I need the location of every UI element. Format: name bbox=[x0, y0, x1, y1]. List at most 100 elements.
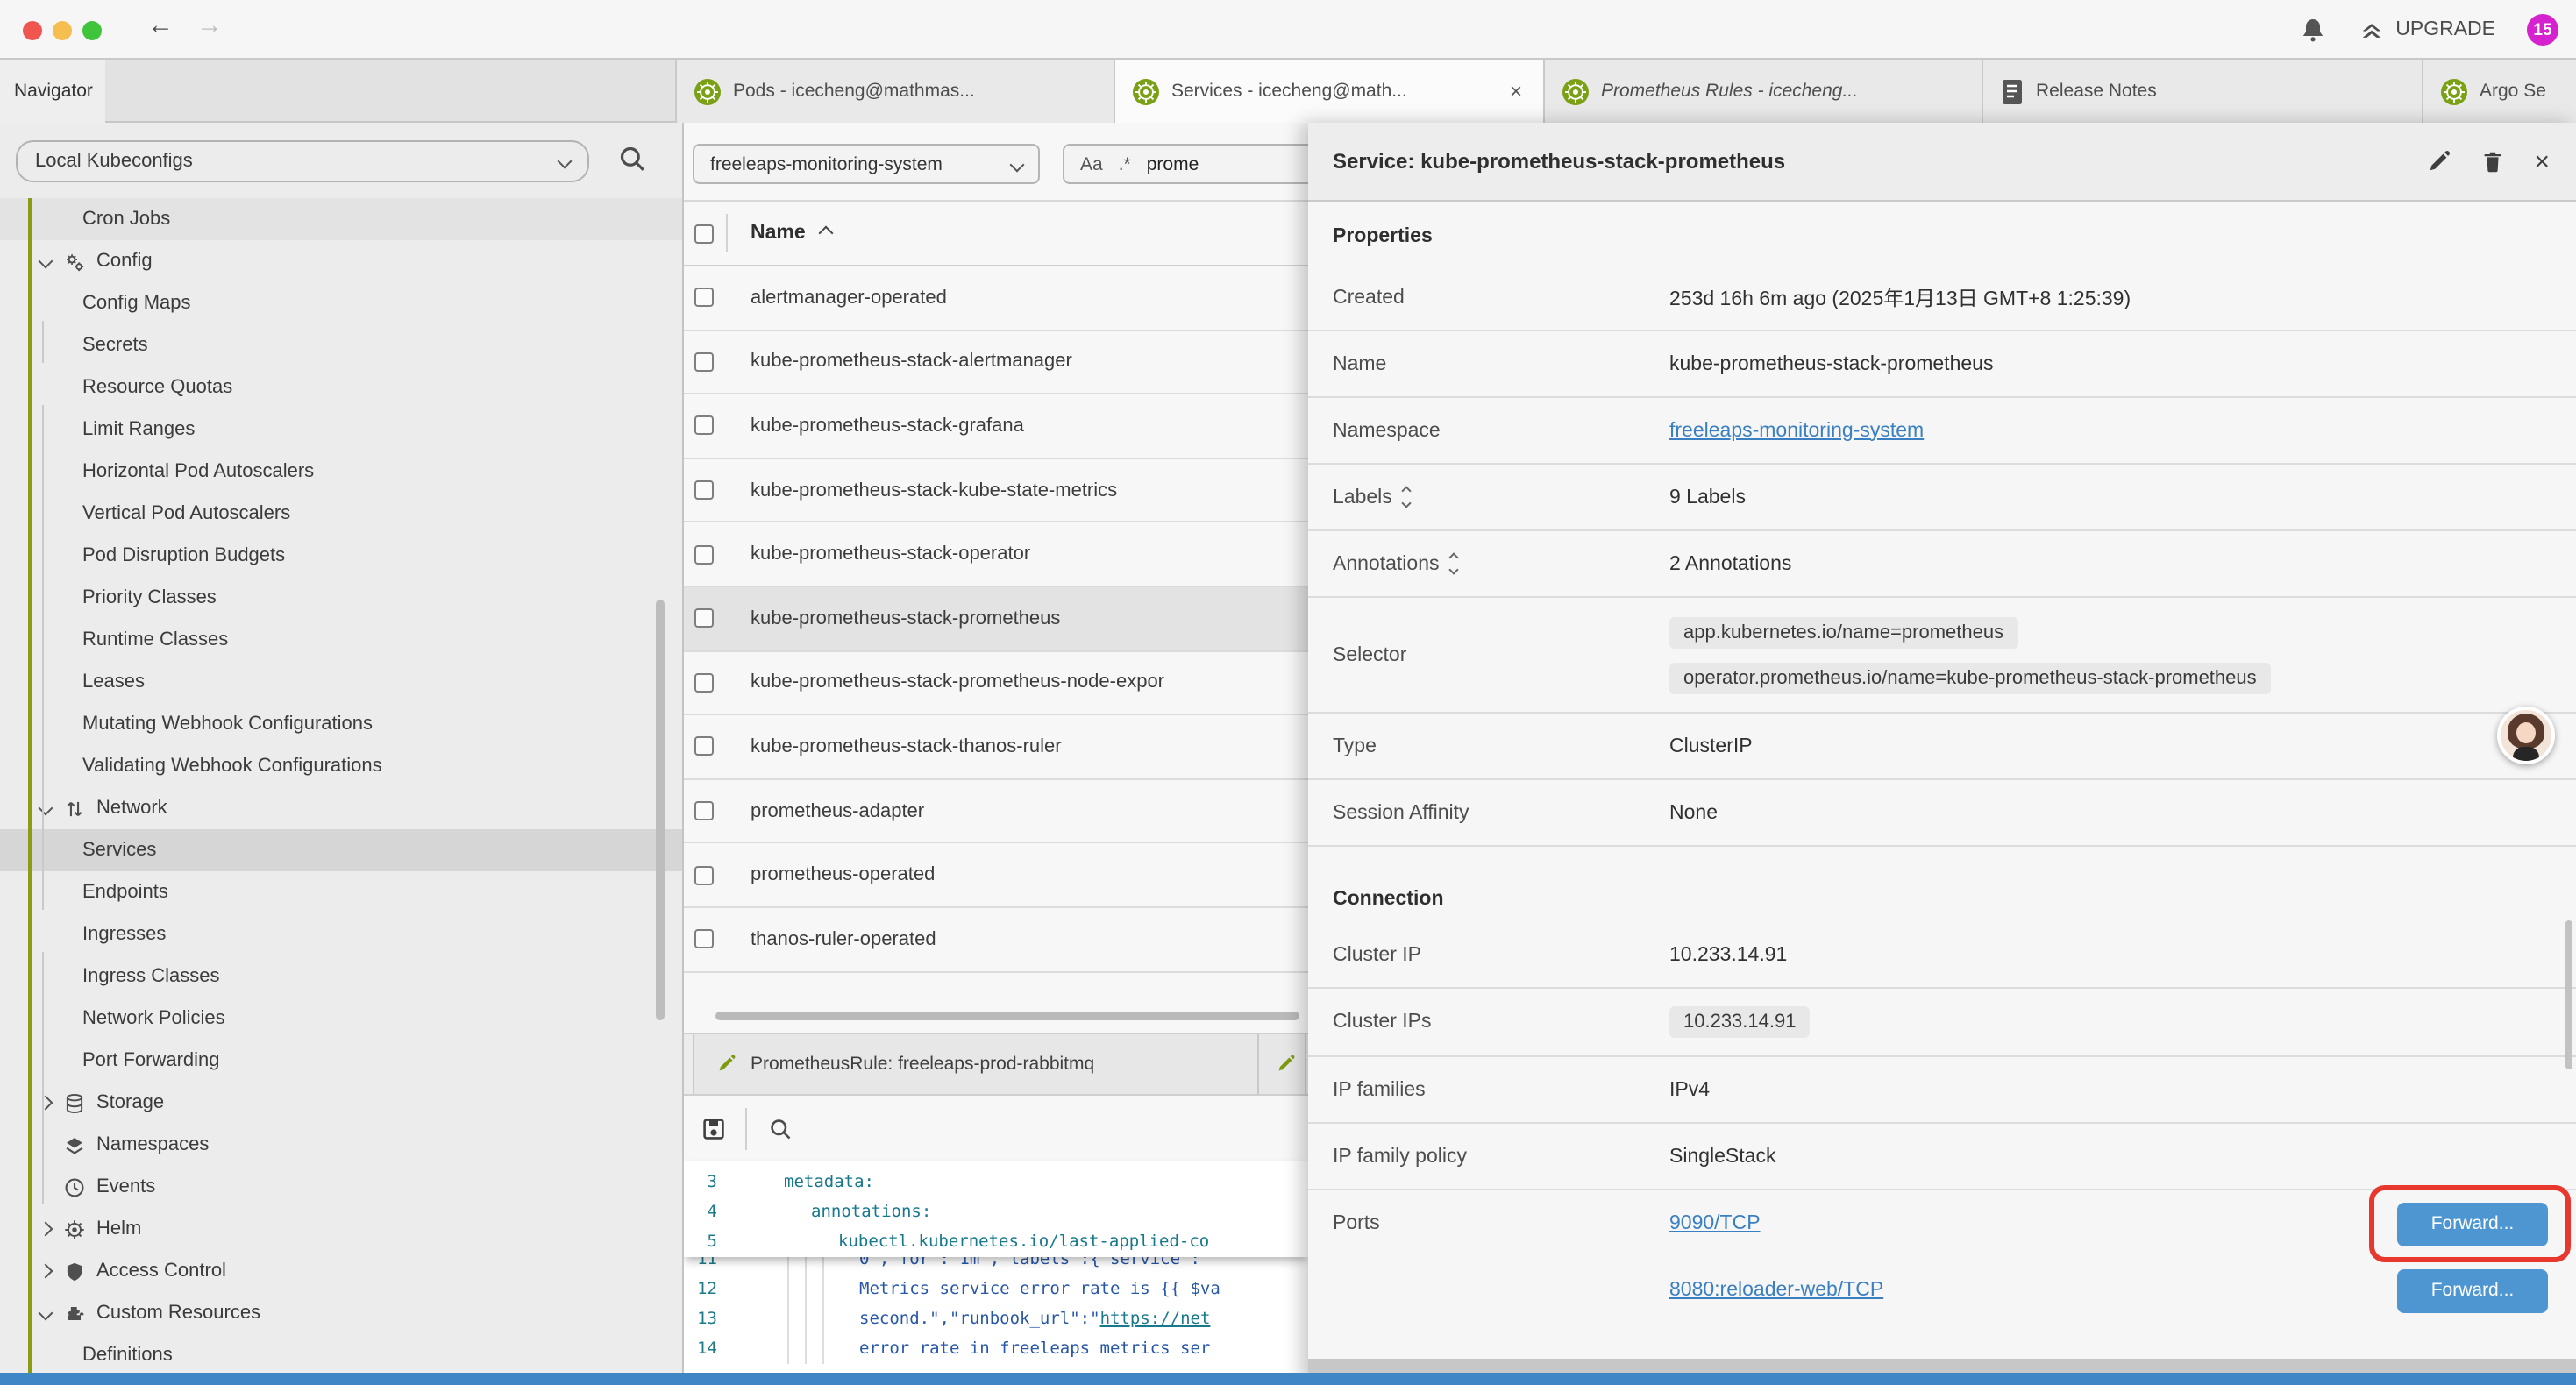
table-horizontal-scrollbar[interactable] bbox=[715, 1012, 1299, 1020]
window-tab-2[interactable]: Services - icecheng@math...× bbox=[1115, 60, 1545, 123]
table-row[interactable]: prometheus-operated bbox=[684, 844, 1308, 908]
kubeconfig-selector[interactable]: Local Kubeconfigs bbox=[16, 140, 589, 182]
table-row[interactable]: kube-prometheus-stack-operator bbox=[684, 523, 1308, 587]
sidebar-scrollbar[interactable] bbox=[656, 600, 665, 1020]
sort-updown-icon[interactable] bbox=[1450, 554, 1457, 573]
match-case-icon[interactable]: Aa bbox=[1080, 153, 1103, 174]
upgrade-button[interactable]: UPGRADE bbox=[2359, 17, 2495, 43]
table-row[interactable]: alertmanager-operated bbox=[684, 266, 1308, 330]
sidebar-item-config[interactable]: Config bbox=[0, 240, 682, 282]
row-checkbox[interactable] bbox=[694, 929, 714, 948]
close-icon[interactable]: × bbox=[2534, 146, 2550, 176]
notification-count-badge[interactable]: 15 bbox=[2527, 14, 2558, 46]
save-icon[interactable] bbox=[700, 1115, 728, 1143]
port-link[interactable]: 9090/TCP bbox=[1669, 1213, 1761, 1234]
row-checkbox[interactable] bbox=[694, 352, 714, 372]
window-tab-5[interactable]: Argo Se bbox=[2423, 60, 2576, 123]
table-row[interactable]: thanos-ruler-operated bbox=[684, 908, 1308, 972]
sidebar-item-cron-jobs[interactable]: Cron Jobs bbox=[0, 198, 682, 240]
sidebar-item-ingresses[interactable]: Ingresses bbox=[0, 913, 682, 955]
row-checkbox[interactable] bbox=[694, 865, 714, 884]
sidebar-item-secrets[interactable]: Secrets bbox=[0, 324, 682, 366]
editor-line: 110","for":"1m","labels":{"service":" bbox=[684, 1257, 1308, 1275]
back-arrow-icon[interactable]: ← bbox=[147, 11, 174, 40]
sidebar-item-namespaces[interactable]: Namespaces bbox=[0, 1124, 682, 1166]
sidebar-item-priority-classes[interactable]: Priority Classes bbox=[0, 577, 682, 619]
sidebar-item-helm[interactable]: Helm bbox=[0, 1208, 682, 1250]
sidebar-item-network-policies[interactable]: Network Policies bbox=[0, 998, 682, 1040]
regex-icon[interactable]: .* bbox=[1119, 153, 1131, 174]
close-tab-icon[interactable]: × bbox=[1506, 79, 1526, 103]
navigator-sidebar: Local Kubeconfigs Cron JobsConfigConfig … bbox=[0, 123, 684, 1385]
sidebar-item-mutating-webhook-configurations[interactable]: Mutating Webhook Configurations bbox=[0, 703, 682, 745]
namespace-filter[interactable]: freeleaps-monitoring-system bbox=[693, 144, 1040, 184]
close-window-button[interactable] bbox=[23, 21, 42, 40]
property-label: Annotations bbox=[1308, 553, 1669, 574]
yaml-editor[interactable]: 3metadata:4annotations:5kubectl.kubernet… bbox=[684, 1161, 1308, 1385]
row-checkbox[interactable] bbox=[694, 801, 714, 820]
resource-search-input[interactable]: Aa .* prome bbox=[1063, 144, 1308, 184]
sidebar-item-pod-disruption-budgets[interactable]: Pod Disruption Budgets bbox=[0, 535, 682, 577]
sidebar-item-custom-resources[interactable]: Custom Resources bbox=[0, 1292, 682, 1334]
sidebar-item-ingress-classes[interactable]: Ingress Classes bbox=[0, 955, 682, 998]
editor-tab-1[interactable]: PrometheusRule: freeleaps-prod-rabbitmq bbox=[693, 1034, 1259, 1094]
details-scrollbar[interactable] bbox=[2565, 920, 2572, 1069]
sidebar-item-services[interactable]: Services bbox=[0, 829, 682, 871]
sidebar-item-resource-quotas[interactable]: Resource Quotas bbox=[0, 366, 682, 408]
forward-button[interactable]: Forward... bbox=[2397, 1202, 2548, 1246]
details-horizontal-scrollbar-track[interactable] bbox=[1308, 1359, 2576, 1373]
editor-search-icon[interactable] bbox=[768, 1117, 793, 1141]
sidebar-item-label: Endpoints bbox=[82, 882, 168, 903]
row-checkbox[interactable] bbox=[694, 416, 714, 436]
sidebar-item-runtime-classes[interactable]: Runtime Classes bbox=[0, 619, 682, 661]
sidebar-item-validating-webhook-configurations[interactable]: Validating Webhook Configurations bbox=[0, 745, 682, 787]
row-checkbox[interactable] bbox=[694, 673, 714, 692]
edit-pencil-icon[interactable] bbox=[2425, 148, 2451, 174]
sidebar-search-icon[interactable] bbox=[617, 144, 647, 174]
user-avatar[interactable] bbox=[2497, 707, 2555, 764]
sidebar-item-events[interactable]: Events bbox=[0, 1166, 682, 1208]
property-value-link[interactable]: freeleaps-monitoring-system bbox=[1669, 420, 1924, 441]
window-tab-3[interactable]: Prometheus Rules - icecheng... bbox=[1545, 60, 1983, 123]
sidebar-item-port-forwarding[interactable]: Port Forwarding bbox=[0, 1040, 682, 1082]
table-row[interactable]: kube-prometheus-stack-kube-state-metrics bbox=[684, 459, 1308, 523]
sidebar-item-definitions[interactable]: Definitions bbox=[0, 1334, 682, 1376]
delete-trash-icon[interactable] bbox=[2480, 148, 2506, 174]
bell-icon[interactable] bbox=[2299, 16, 2327, 44]
sidebar-item-limit-ranges[interactable]: Limit Ranges bbox=[0, 408, 682, 451]
row-checkbox[interactable] bbox=[694, 737, 714, 756]
table-row[interactable]: kube-prometheus-stack-thanos-ruler bbox=[684, 715, 1308, 779]
minimize-window-button[interactable] bbox=[53, 21, 72, 40]
sidebar-item-config-maps[interactable]: Config Maps bbox=[0, 282, 682, 324]
row-checkbox[interactable] bbox=[694, 544, 714, 564]
port-link[interactable]: 8080:reloader-web/TCP bbox=[1669, 1280, 1883, 1301]
select-all-checkbox[interactable] bbox=[694, 224, 714, 243]
forward-arrow-icon[interactable]: → bbox=[196, 11, 223, 40]
table-row[interactable]: kube-prometheus-stack-alertmanager bbox=[684, 330, 1308, 394]
row-checkbox[interactable] bbox=[694, 609, 714, 629]
maximize-window-button[interactable] bbox=[82, 21, 102, 40]
window-tab-4[interactable]: Release Notes bbox=[1983, 60, 2423, 123]
row-checkbox[interactable] bbox=[694, 480, 714, 500]
forward-button[interactable]: Forward... bbox=[2397, 1268, 2548, 1312]
sort-updown-icon[interactable] bbox=[1403, 487, 1410, 507]
row-checkbox[interactable] bbox=[694, 288, 714, 308]
tab-bar: Navigator Pods - icecheng@mathmas...Serv… bbox=[0, 60, 2576, 123]
editor-tab-2[interactable] bbox=[1259, 1034, 1306, 1094]
property-label: Selector bbox=[1308, 644, 1669, 665]
sidebar-item-leases[interactable]: Leases bbox=[0, 661, 682, 703]
window-tab-1[interactable]: Pods - icecheng@mathmas... bbox=[675, 60, 1115, 123]
sidebar-item-vertical-pod-autoscalers[interactable]: Vertical Pod Autoscalers bbox=[0, 493, 682, 535]
sidebar-item-storage[interactable]: Storage bbox=[0, 1082, 682, 1124]
column-header-name[interactable]: Name bbox=[751, 223, 806, 244]
table-row[interactable]: kube-prometheus-stack-prometheus-node-ex… bbox=[684, 651, 1308, 715]
table-row[interactable]: kube-prometheus-stack-prometheus bbox=[684, 587, 1308, 651]
table-row[interactable]: kube-prometheus-stack-grafana bbox=[684, 394, 1308, 458]
sidebar-item-endpoints[interactable]: Endpoints bbox=[0, 871, 682, 913]
table-row[interactable]: prometheus-adapter bbox=[684, 780, 1308, 844]
sidebar-item-horizontal-pod-autoscalers[interactable]: Horizontal Pod Autoscalers bbox=[0, 451, 682, 493]
sidebar-item-network[interactable]: Network bbox=[0, 787, 682, 829]
navigator-panel-tab[interactable]: Navigator bbox=[0, 60, 105, 123]
sidebar-item-access-control[interactable]: Access Control bbox=[0, 1250, 682, 1292]
sort-ascending-icon[interactable] bbox=[819, 226, 834, 241]
